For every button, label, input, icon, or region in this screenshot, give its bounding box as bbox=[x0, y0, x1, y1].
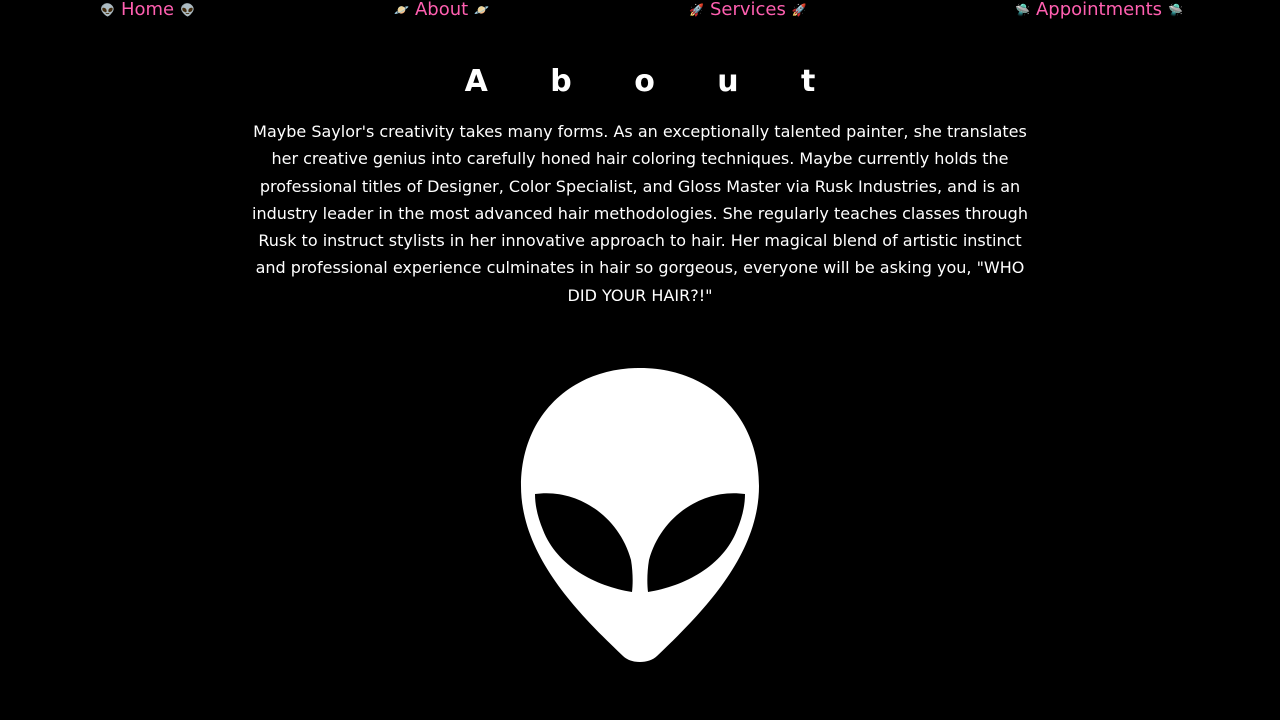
rocket-emoji-icon: 🚀 bbox=[689, 3, 704, 17]
nav-link-services-label: Services bbox=[709, 0, 786, 20]
nav-link-about[interactable]: 🪐 About 🪐 bbox=[394, 0, 489, 21]
nav-link-services[interactable]: 🚀 Services 🚀 bbox=[689, 0, 807, 21]
nav-link-home[interactable]: 👽 Home 👽 bbox=[100, 0, 195, 21]
rocket-emoji-icon: 🚀 bbox=[791, 3, 807, 17]
alien-emoji-icon: 👽 bbox=[100, 3, 115, 17]
alien-emoji-icon: 👽 bbox=[180, 3, 196, 17]
page-title: A b o u t bbox=[464, 64, 842, 99]
nav-link-about-label: About bbox=[414, 0, 469, 20]
alien-head-icon bbox=[521, 368, 759, 662]
nav-link-appointments[interactable]: 🛸 Appointments 🛸 bbox=[1015, 0, 1183, 21]
nav-link-home-label: Home bbox=[120, 0, 175, 20]
about-paragraph: Maybe Saylor's creativity takes many for… bbox=[252, 122, 1028, 305]
nav-link-appointments-label: Appointments bbox=[1035, 0, 1163, 20]
ufo-emoji-icon: 🛸 bbox=[1015, 3, 1030, 17]
ufo-emoji-icon: 🛸 bbox=[1168, 3, 1184, 17]
planet-emoji-icon: 🪐 bbox=[474, 3, 490, 17]
top-navigation: 👽 Home 👽 🪐 About 🪐 🚀 Services 🚀 🛸 Appoin… bbox=[0, 0, 1280, 22]
planet-emoji-icon: 🪐 bbox=[394, 3, 409, 17]
